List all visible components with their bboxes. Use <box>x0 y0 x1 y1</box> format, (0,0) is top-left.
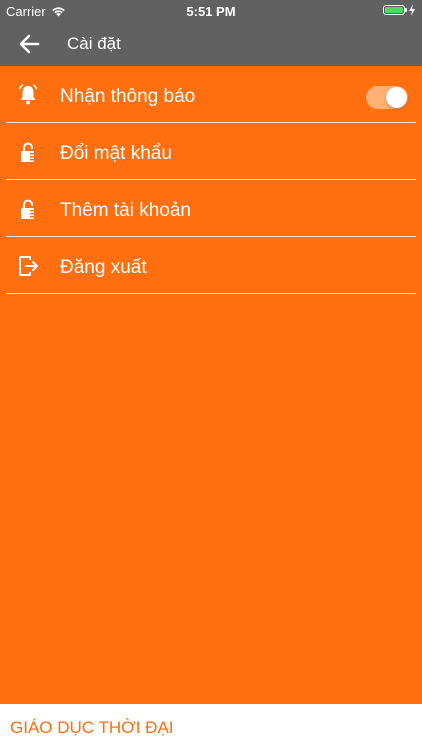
logout-icon <box>19 256 38 276</box>
status-right <box>383 4 416 16</box>
menu-item-label: Đổi mật khẩu <box>60 143 172 164</box>
back-button[interactable] <box>16 30 44 58</box>
menu-item-label: Nhận thông báo <box>60 86 196 107</box>
menu-item-change-password[interactable]: Đổi mật khẩu <box>6 123 416 180</box>
lock-icon <box>21 199 34 219</box>
charging-icon <box>409 4 415 16</box>
lock-icon <box>21 142 34 162</box>
brand-name: GIÁO DỤC THỜI ĐẠI <box>10 718 174 737</box>
back-arrow-icon <box>19 34 40 54</box>
menu-item-label: Đăng xuất <box>60 257 147 278</box>
status-bar: Carrier 5:51 PM <box>0 0 422 22</box>
settings-menu: Nhận thông báo Đổi mật khẩu Thêm tài kho… <box>0 66 422 294</box>
menu-item-notifications[interactable]: Nhận thông báo <box>6 66 416 123</box>
toggle-knob <box>386 87 407 108</box>
page-title: Cài đặt <box>67 34 121 53</box>
menu-item-label: Thêm tài khoản <box>60 200 191 221</box>
footer: GIÁO DỤC THỜI ĐẠI <box>0 704 422 750</box>
notifications-toggle[interactable] <box>366 86 408 109</box>
bell-alarm-icon <box>18 84 38 105</box>
battery-icon <box>383 5 407 15</box>
status-time: 5:51 PM <box>186 4 236 19</box>
navigation-bar: Cài đặt <box>0 22 422 66</box>
menu-item-add-account[interactable]: Thêm tài khoản <box>6 180 416 237</box>
menu-item-logout[interactable]: Đăng xuất <box>6 237 416 294</box>
